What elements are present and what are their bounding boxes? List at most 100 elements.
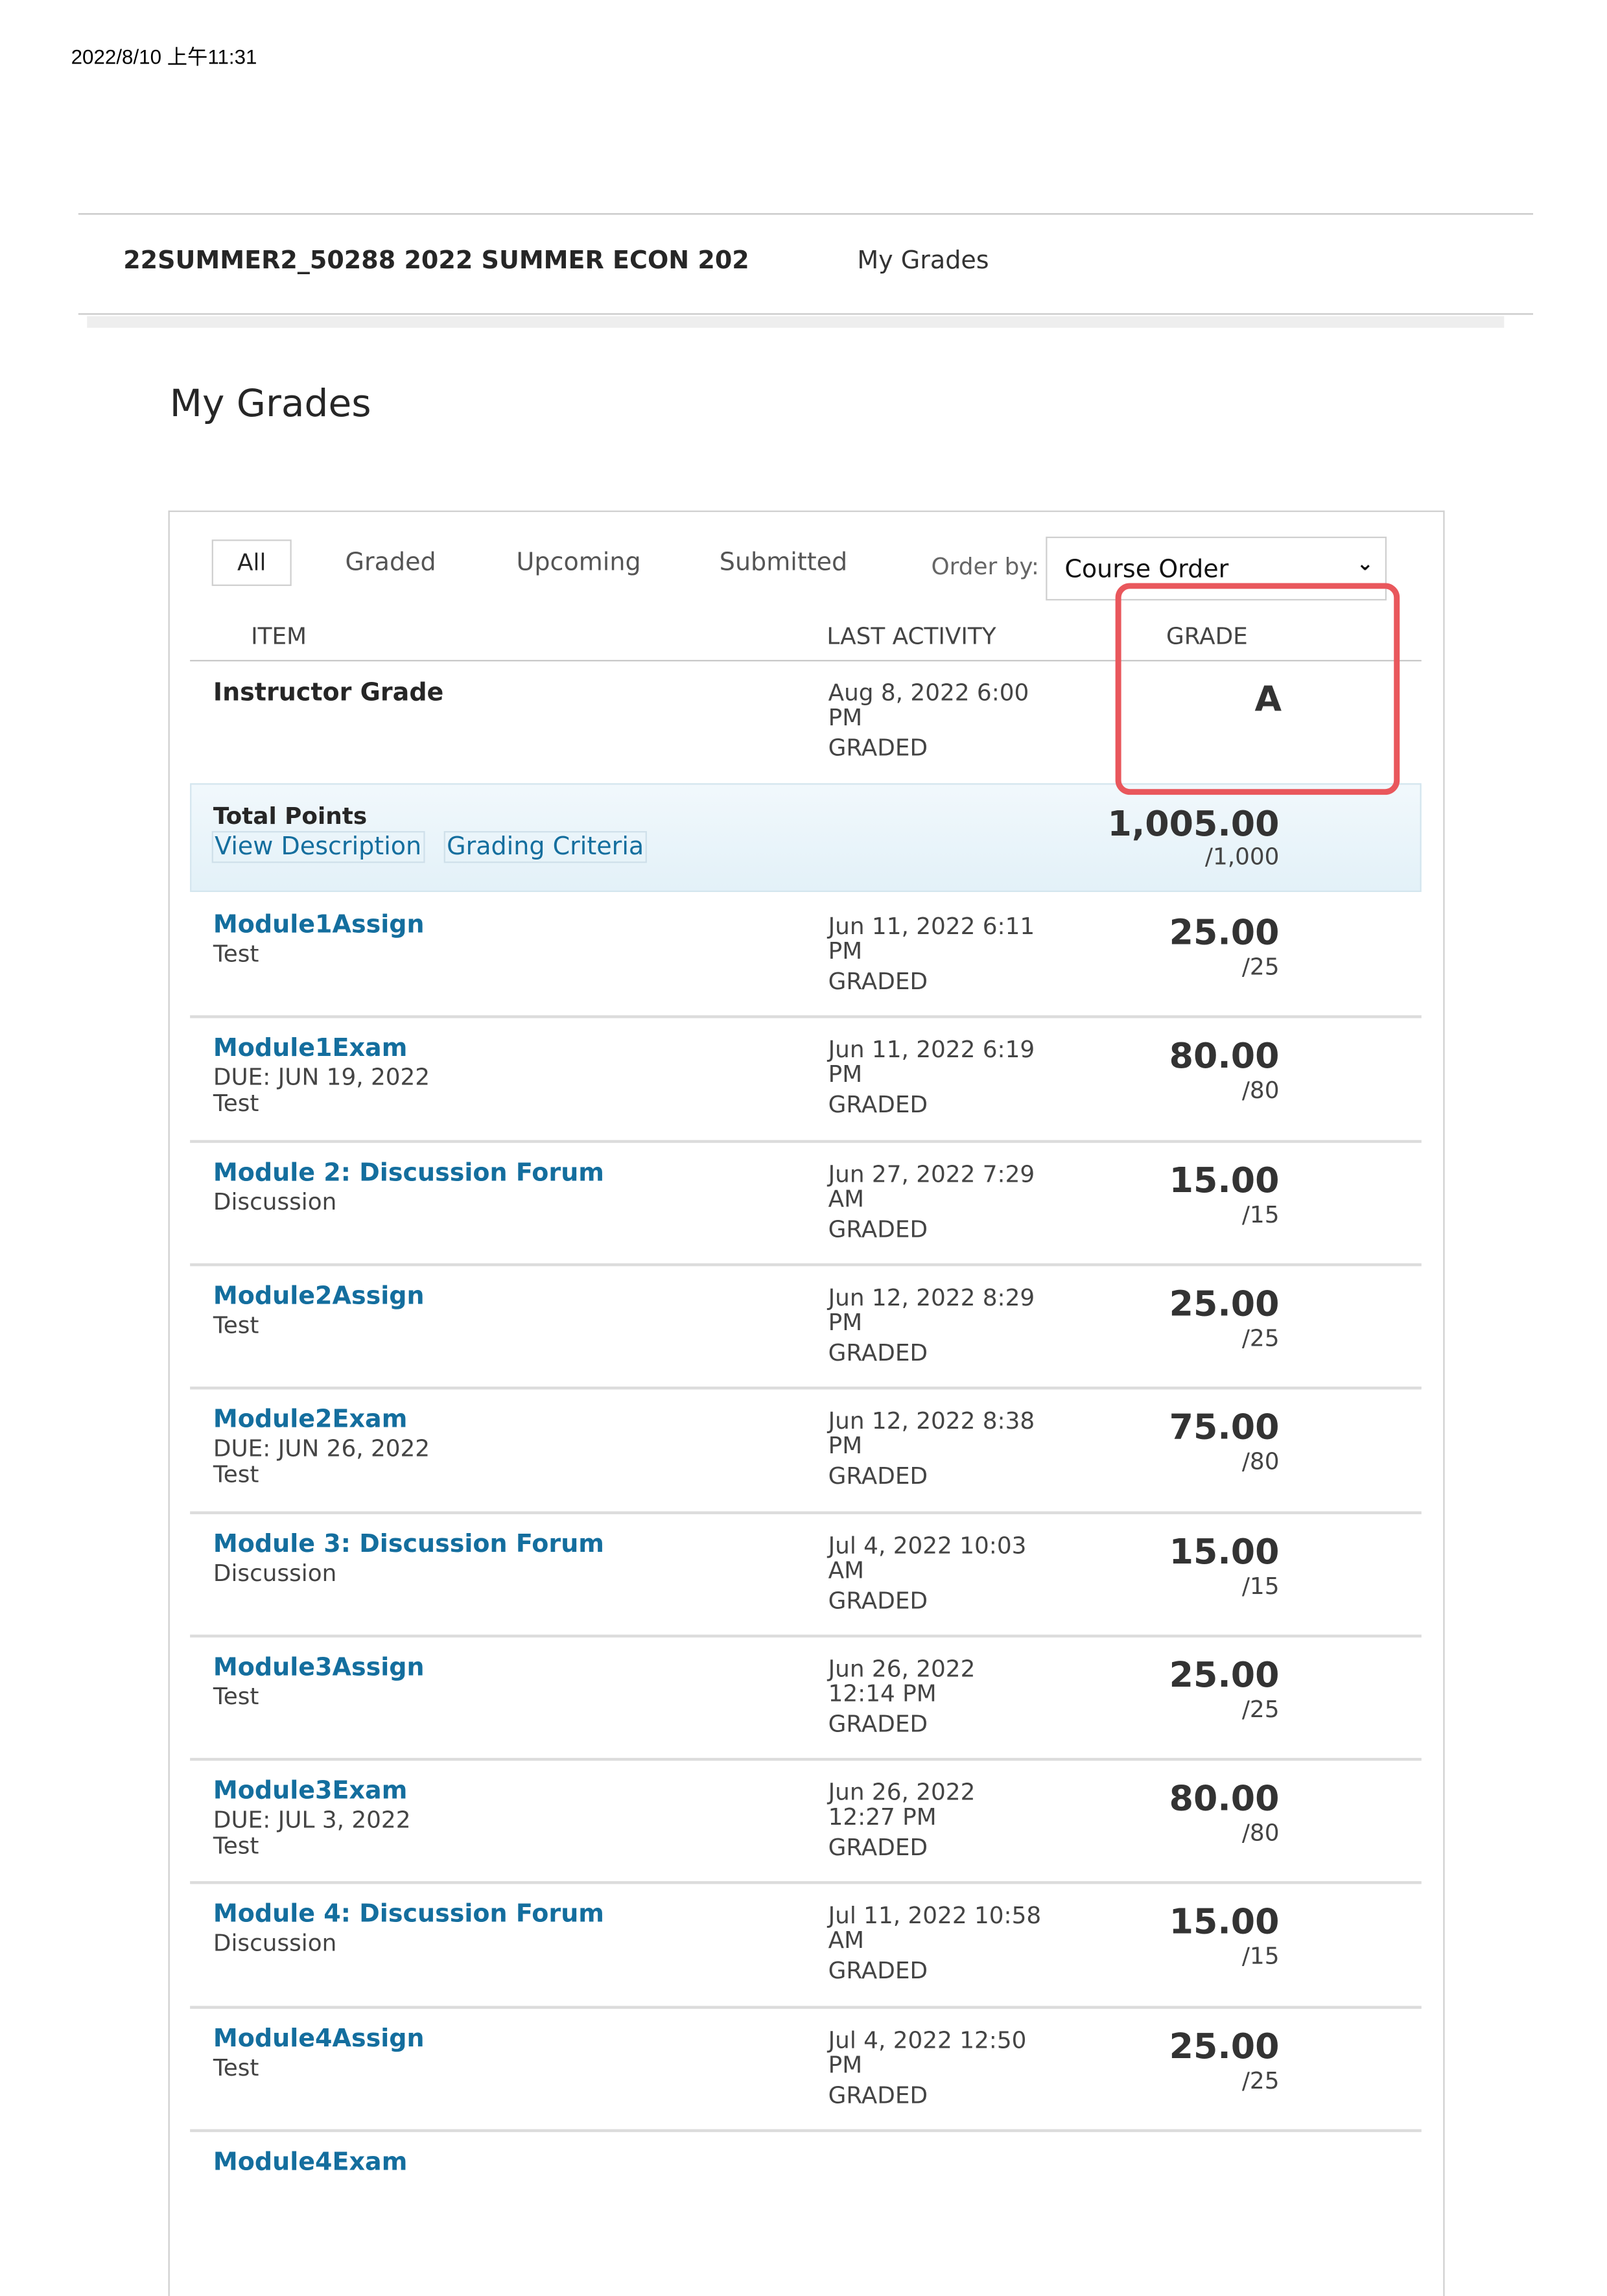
breadcrumb: My Grades [857,246,989,276]
activity-line: Jun 26, 2022 [828,1654,976,1683]
grade-item-link[interactable]: Module3Assign [213,1653,425,1682]
grade-out-of: /80 [1241,1076,1280,1105]
activity-line: PM [828,1060,863,1088]
grade-score: 15.00 [1169,1902,1280,1943]
grade-score: 15.00 [1169,1530,1280,1572]
order-by-label: Order by: [931,552,1039,580]
row-divider [190,1015,1422,1019]
last-activity: Jun 12, 2022 8:29 PM GRADED [828,1285,1035,1365]
grade-item-detail: Test [213,2053,259,2081]
row-divider [190,2129,1422,2133]
grade-out-of: /15 [1241,1200,1280,1228]
grade-out-of: /80 [1241,1447,1280,1475]
grade-item-link[interactable]: Module4Exam [213,2148,407,2177]
activity-line: Jun 12, 2022 8:29 [828,1283,1035,1311]
grade-item-link[interactable]: Module3Exam [213,1777,407,1806]
column-header-last-activity: LAST ACTIVITY [827,622,996,650]
divider [78,313,1534,315]
activity-status: GRADED [828,1833,928,1861]
grade-item-details: Test [213,2053,259,2081]
grade-item-detail: DUE: JUN 26, 2022 [213,1435,430,1462]
grade-item-link[interactable]: Module 3: Discussion Forum [213,1529,604,1558]
grade-item-details: DUE: JUN 19, 2022 Test [213,1063,430,1118]
grade-item-details: Test [213,1683,259,1709]
grade-item-link[interactable]: Module2Exam [213,1406,407,1435]
total-points-title: Total Points [213,802,368,830]
grade-item-link[interactable]: Module 2: Discussion Forum [213,1158,604,1188]
activity-line: PM [828,2050,863,2078]
grade-item-link[interactable]: Module1Exam [213,1035,407,1064]
activity-date: Aug 8, 2022 6:00 [828,679,1029,707]
grade-item-detail: DUE: JUN 19, 2022 [213,1063,430,1092]
activity-line: Jun 11, 2022 6:19 [828,1036,1035,1064]
grade-score: 80.00 [1169,1778,1280,1820]
divider [78,213,1534,215]
grade-out-of: /25 [1241,953,1280,981]
activity-status: GRADED [828,1338,928,1366]
grade-item-details: Discussion [213,1188,336,1215]
grade-item-detail: DUE: JUL 3, 2022 [213,1805,411,1834]
activity-line: Jul 11, 2022 10:58 [828,1902,1042,1930]
grading-criteria-link[interactable]: Grading Criteria [443,831,647,863]
activity-status: GRADED [828,734,928,762]
activity-line: Jun 12, 2022 8:38 [828,1407,1035,1435]
grade-item-details: Discussion [213,1558,337,1586]
total-points-score: 1,005.00 [1107,803,1280,845]
instructor-grade-title: Instructor Grade [213,679,444,708]
last-activity: Jul 4, 2022 10:03 AM GRADED [828,1532,1027,1612]
grade-score: 80.00 [1169,1036,1280,1077]
activity-line: AM [828,1927,864,1954]
grade-item-detail: Discussion [213,1929,337,1958]
grade-item-details: Discussion [213,1929,337,1958]
order-by-value: Course Order [1064,555,1229,585]
grade-item-detail: Test [213,1832,259,1860]
page-title: My Grades [169,382,371,427]
tab-graded[interactable]: Graded [346,548,436,578]
tab-upcoming[interactable]: Upcoming [517,548,641,578]
course-title[interactable]: 22SUMMER2_50288 2022 SUMMER ECON 202 [123,246,749,275]
activity-line: PM [828,1307,863,1336]
view-description-link[interactable]: View Description [211,831,425,863]
page: 2022/8/10 上午11:31 22SUMMER2_50288 2022 S… [0,0,1607,2296]
row-divider [190,1758,1422,1761]
last-activity: Jul 4, 2022 12:50 PM GRADED [828,2027,1027,2107]
activity-line: AM [828,1184,864,1212]
row-divider [190,1387,1422,1390]
row-divider [190,1510,1422,1514]
row-divider [190,2005,1422,2009]
grade-out-of: /15 [1241,1942,1280,1971]
activity-line: Jul 4, 2022 10:03 [828,1530,1027,1559]
grade-item-detail: Discussion [213,1558,337,1586]
grade-item-details: Test [213,1311,259,1339]
last-activity: Jun 11, 2022 6:19 PM GRADED [828,1037,1035,1117]
grade-highlight-box [1115,583,1400,795]
grade-item-link[interactable]: Module 4: Discussion Forum [213,1901,604,1930]
activity-status: GRADED [828,1091,928,1119]
grade-item-detail: Test [213,1311,259,1339]
row-divider [190,1634,1422,1637]
instructor-grade-activity: Aug 8, 2022 6:00 PM GRADED [828,680,1029,760]
grade-score: 25.00 [1169,1283,1280,1324]
grade-item-details: DUE: JUN 26, 2022 Test [213,1435,430,1489]
grade-score: 75.00 [1169,1407,1280,1448]
column-header-item: ITEM [251,622,307,650]
activity-status: GRADED [828,2081,928,2109]
activity-status: GRADED [828,1586,928,1614]
total-points-links: View Description Grading Criteria [211,831,647,863]
activity-status: GRADED [828,1709,928,1738]
activity-line: Jun 27, 2022 7:29 [828,1160,1035,1188]
grade-score: 25.00 [1169,1654,1280,1696]
chevron-down-icon: ⌄ [1356,552,1374,576]
tab-all[interactable]: All [211,539,292,586]
grade-out-of: /25 [1241,1695,1280,1723]
grade-item-link[interactable]: Module4Assign [213,2024,425,2054]
tab-submitted[interactable]: Submitted [720,548,847,578]
grade-item-link[interactable]: Module2Assign [213,1282,425,1311]
last-activity: Jun 27, 2022 7:29 AM GRADED [828,1161,1035,1241]
grade-item-link[interactable]: Module1Assign [213,911,425,940]
grade-out-of: /15 [1241,1571,1280,1599]
last-activity: Jun 26, 2022 12:14 PM GRADED [828,1656,976,1736]
row-divider [190,1139,1422,1143]
grade-item-details: DUE: JUL 3, 2022 Test [213,1807,411,1860]
grade-item-detail: Test [213,939,259,968]
